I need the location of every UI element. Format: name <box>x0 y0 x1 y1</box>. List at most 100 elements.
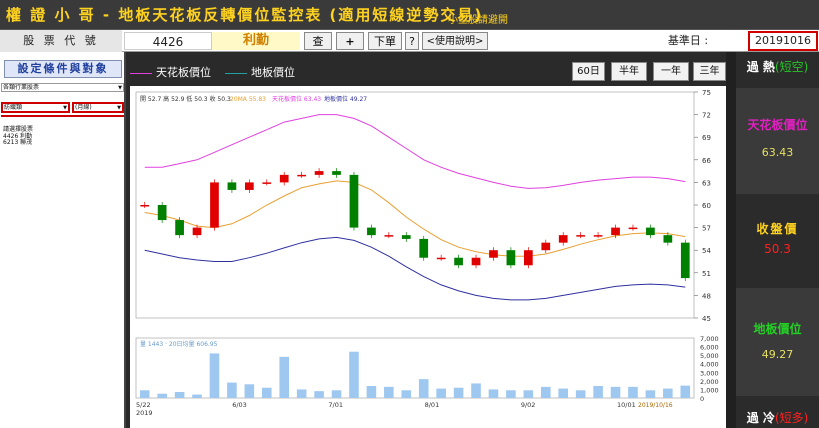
price-tick-label: 63 <box>702 179 711 187</box>
candle <box>663 235 673 243</box>
stock-code-input[interactable]: 4426 <box>124 32 212 50</box>
volume-bar <box>384 386 394 398</box>
volume-bar <box>174 392 185 398</box>
volume-bar <box>279 356 290 398</box>
floor-legend-swatch <box>225 72 247 74</box>
candle <box>157 205 167 221</box>
candle <box>401 235 411 239</box>
help-button[interactable]: ? <box>405 32 419 50</box>
close-value: 50.3 <box>764 242 791 256</box>
candle <box>175 220 184 236</box>
price-tick-label: 66 <box>702 157 711 165</box>
x-tick-label: 6/03 <box>232 401 247 409</box>
price-tick-label: 48 <box>702 292 711 300</box>
price-tick-label: 60 <box>702 202 711 210</box>
candle <box>489 250 498 258</box>
candle <box>332 171 341 175</box>
volume-tick-label: 6,000 <box>700 344 719 352</box>
overcool-indicator: 過 冷(短多) <box>736 396 819 428</box>
candle <box>244 182 254 190</box>
volume-bar <box>296 389 307 398</box>
candle <box>646 227 655 236</box>
volume-bar <box>314 391 324 398</box>
price-tick-label: 72 <box>702 112 711 120</box>
x-tick-year: 2019 <box>136 409 153 417</box>
candle <box>471 257 481 266</box>
volume-bar <box>401 390 412 398</box>
plot-panel: 75 72 69 66 63 60 57 54 51 48 45 7,000 6,000 5,000 4,0… <box>130 86 726 428</box>
ceiling-label: 天花板價位 <box>747 118 808 132</box>
close-box: 收盤價 50.3 <box>736 194 819 288</box>
floor-label: 地板價位 <box>753 322 802 336</box>
period-half-year-button[interactable]: 半年 <box>611 62 647 81</box>
volume-bar <box>575 390 586 398</box>
candle <box>192 227 202 236</box>
floor-box: 地板價位 49.27 <box>736 288 819 396</box>
app-title: 權 證 小 哥 - 地板天花板反轉價位監控表 (適用短線逆勢交易) <box>6 6 484 24</box>
candle <box>558 235 568 243</box>
volume-bar <box>488 389 499 398</box>
price-plot-frame <box>135 91 695 319</box>
volume-plot-frame <box>135 337 695 399</box>
settings-button[interactable]: 設定條件與對象 <box>4 60 122 78</box>
volume-bar <box>471 383 481 398</box>
x-tick-label: 5/22 <box>136 401 151 409</box>
order-button[interactable]: 下單 <box>368 32 402 50</box>
volume-bar <box>366 386 377 398</box>
base-date-label: 基準日 : <box>667 34 709 47</box>
volume-tick-label: 2,000 <box>700 378 719 386</box>
candle <box>576 235 586 237</box>
x-tick-label: 7/01 <box>328 401 343 409</box>
volume-tick-label: 5,000 <box>700 352 719 360</box>
price-chart: 75 72 69 66 63 60 57 54 51 48 45 7,0006,0005,0004,0… <box>135 89 719 417</box>
overheat-indicator: 過 熱(短空) <box>736 52 819 88</box>
candle <box>541 242 551 251</box>
price-info-label: 開 52.7 高 52.9 低 50.3 收 50.3 <box>140 95 231 103</box>
candle <box>436 257 446 260</box>
volume-bar <box>331 390 342 398</box>
price-tick-label: 54 <box>702 247 711 255</box>
ma-line <box>144 180 686 257</box>
candle <box>523 250 533 266</box>
stock-list-item[interactable]: 6213 聯茂 <box>3 137 32 146</box>
category-select[interactable]: 各類行業股票 ▼ <box>1 83 124 92</box>
ceiling-chart-label: 天花板價位 63.43 <box>272 95 321 103</box>
chart-legend: 天花板價位 地板價位 <box>130 64 295 80</box>
manual-button[interactable]: <使用說明> <box>422 32 488 50</box>
base-date-input[interactable]: 20191016 <box>748 31 818 51</box>
volume-bar <box>192 394 202 398</box>
ma-label: 20MA 55.83 <box>230 96 266 103</box>
price-tick-label: 69 <box>702 134 711 142</box>
volume-bar <box>506 390 516 398</box>
title-bar: 權 證 小 哥 - 地板天花板反轉價位監控表 (適用短線逆勢交易) 小型股請避開 <box>0 0 819 30</box>
candle <box>349 174 359 228</box>
period-60d-button[interactable]: 60日 <box>572 62 605 81</box>
volume-tick-label: 4,000 <box>700 361 719 369</box>
last-date-label: 2019/10/16 <box>638 402 673 409</box>
volume-tick-label: 7,000 <box>700 335 719 343</box>
candle <box>419 238 429 258</box>
volume-tick-label: 0 <box>700 395 704 403</box>
close-label: 收盤價 <box>756 222 799 236</box>
period-three-year-button[interactable]: 三年 <box>693 62 726 81</box>
price-tick-label: 57 <box>702 225 711 233</box>
group-select[interactable]: 紡織類 ▼ <box>1 102 70 113</box>
ceiling-legend-swatch <box>130 72 152 74</box>
period-select[interactable]: (月線) ▼ <box>72 102 124 113</box>
volume-bar <box>139 390 150 398</box>
volume-bar <box>436 388 446 398</box>
candle <box>279 174 289 183</box>
price-tick-label: 75 <box>702 89 711 97</box>
group-select-value: 紡織類 <box>4 104 23 111</box>
volume-bar <box>261 387 272 398</box>
floor-line <box>144 236 686 301</box>
right-panel: 過 熱(短空) 天花板價位 63.43 收盤價 50.3 地板價位 49.27 … <box>736 52 819 428</box>
query-button[interactable]: 查 <box>304 32 332 50</box>
candle <box>210 182 219 228</box>
period-one-year-button[interactable]: 一年 <box>653 62 689 81</box>
add-button[interactable]: + <box>336 32 364 50</box>
stock-code-label: 股 票 代 號 <box>0 30 122 52</box>
x-tick-label: 10/01 <box>617 401 636 409</box>
ceiling-legend-label: 天花板價位 <box>156 66 211 79</box>
volume-bar <box>157 393 167 398</box>
